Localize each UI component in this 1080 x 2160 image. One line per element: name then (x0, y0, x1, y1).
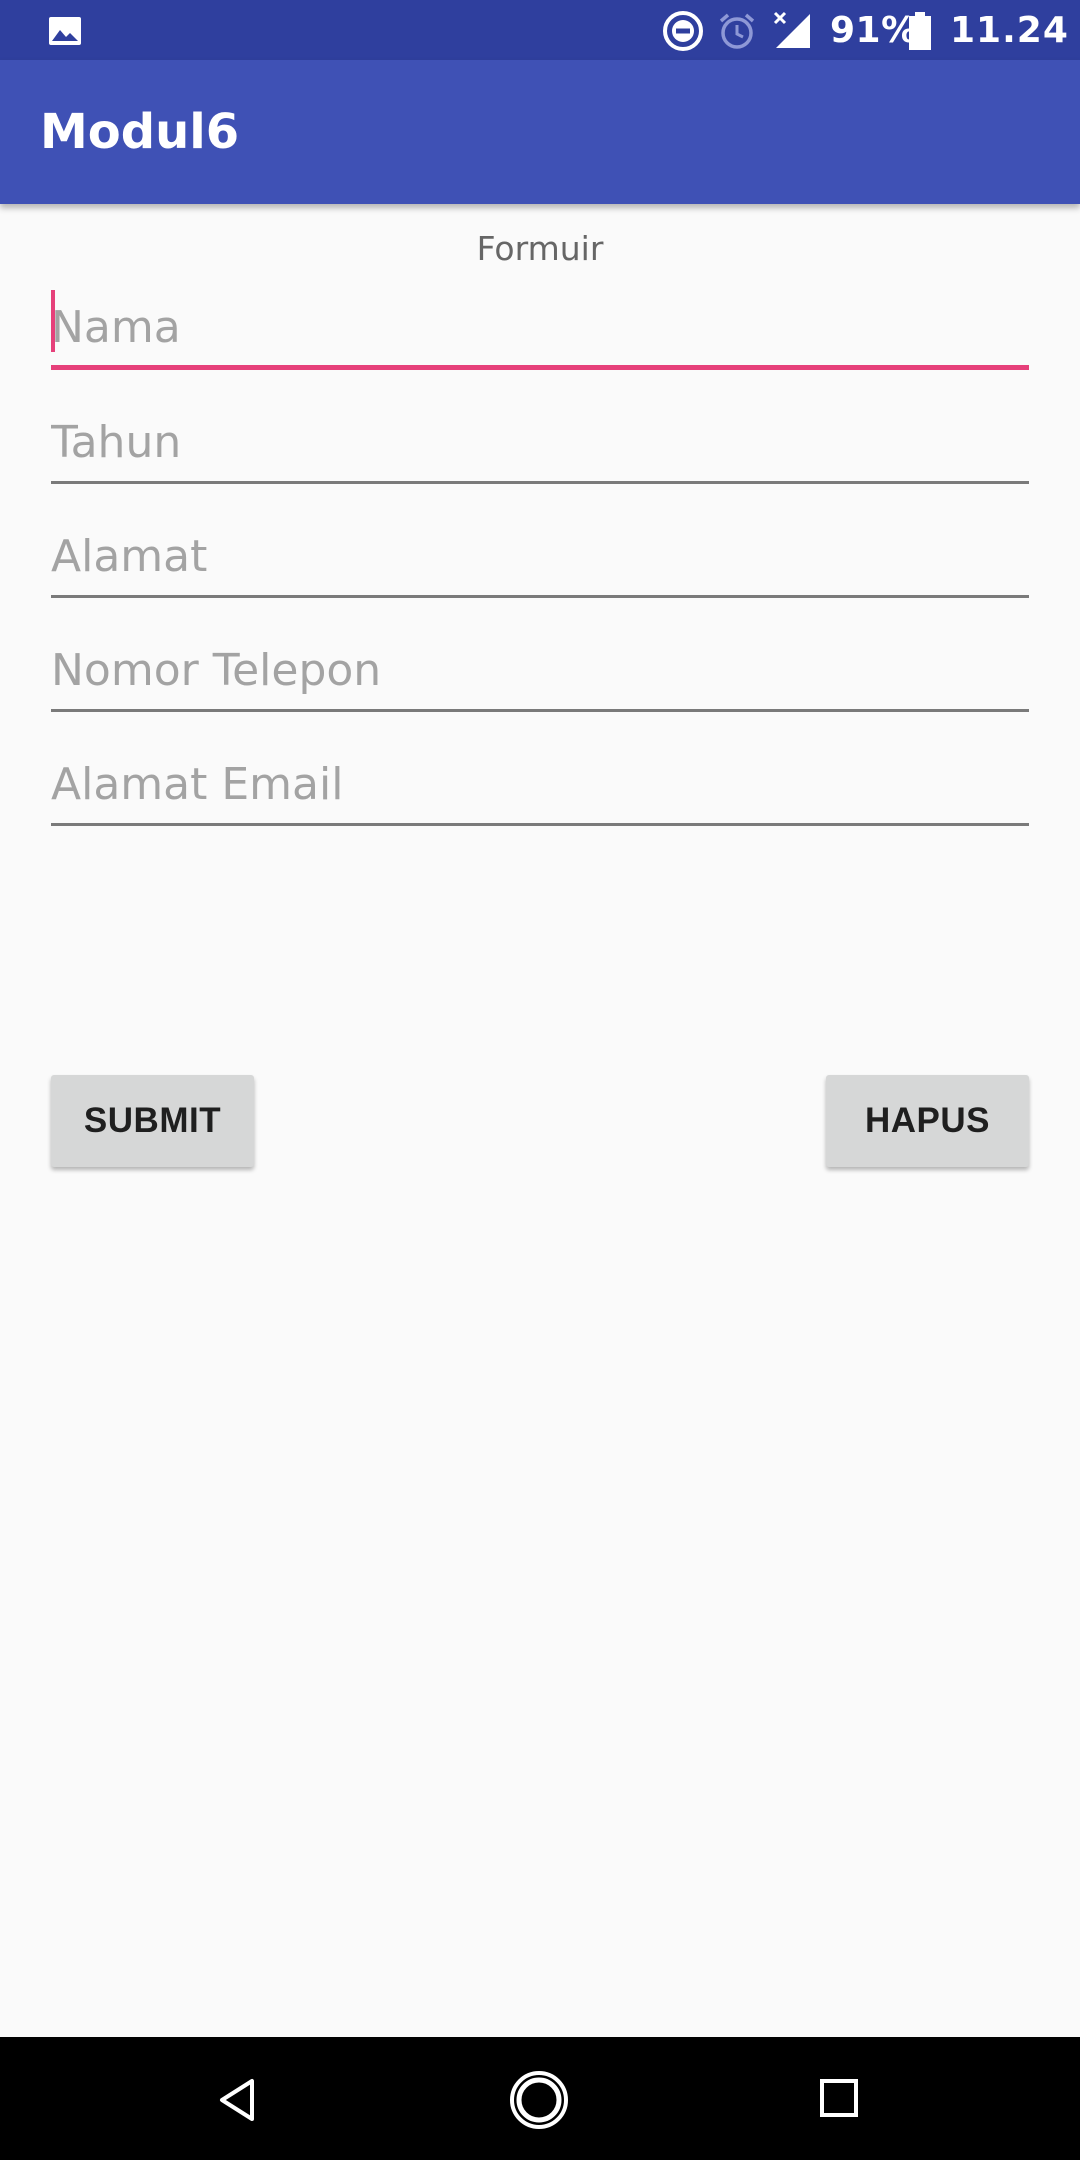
app-bar: Modul6 (0, 60, 1080, 204)
alamat-field[interactable] (51, 504, 1029, 600)
nama-field[interactable] (51, 276, 1029, 372)
text-cursor (51, 290, 55, 352)
battery-icon (909, 12, 931, 50)
app-title: Modul6 (40, 104, 240, 160)
status-bar: 91% 11.24 (0, 0, 1080, 60)
tahun-field[interactable] (51, 390, 1029, 486)
clock: 11.24 (950, 10, 1069, 51)
do-not-disturb-icon (663, 11, 703, 51)
recents-icon[interactable] (818, 2077, 860, 2119)
no-signal-icon (773, 11, 810, 48)
app-screen: 91% 11.24 Modul6 Formuir SUBMIT HAPUS (0, 0, 1080, 2160)
image-icon (49, 17, 81, 45)
nama-input[interactable] (51, 276, 1029, 370)
tahun-input[interactable] (51, 390, 1029, 484)
hapus-button[interactable]: HAPUS (826, 1075, 1029, 1167)
back-icon[interactable] (214, 2075, 264, 2125)
alarm-icon (719, 13, 755, 49)
alamat-input[interactable] (51, 504, 1029, 598)
alamat-email-input[interactable] (51, 732, 1029, 826)
form-heading: Formuir (476, 229, 604, 268)
battery-percent: 91% (830, 10, 918, 51)
navigation-bar (0, 2037, 1080, 2160)
nomor-telepon-field[interactable] (51, 618, 1029, 714)
nomor-telepon-input[interactable] (51, 618, 1029, 712)
home-icon[interactable] (508, 2069, 570, 2131)
alamat-email-field[interactable] (51, 732, 1029, 828)
submit-button[interactable]: SUBMIT (51, 1075, 254, 1167)
